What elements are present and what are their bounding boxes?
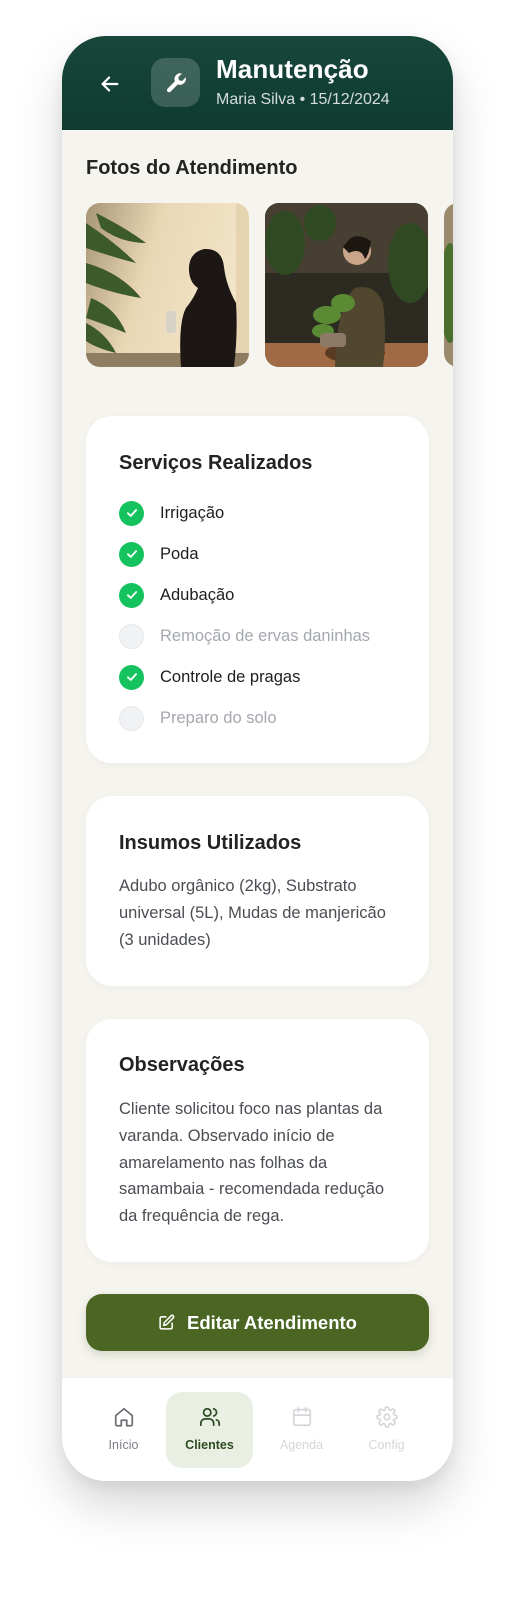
check-circle-icon[interactable]	[119, 582, 144, 608]
service-item-label: Poda	[160, 544, 199, 563]
notes-title: Observações	[119, 1054, 245, 1076]
service-item[interactable]: Irrigação	[119, 500, 224, 526]
nav-item-config[interactable]: Config	[343, 1392, 430, 1468]
service-item-label: Preparo do solo	[160, 708, 277, 727]
check-circle-icon[interactable]	[119, 500, 144, 526]
client-and-date: Maria Silva • 15/12/2024	[216, 91, 390, 108]
edit-appointment-label: Editar Atendimento	[187, 1311, 357, 1333]
nav-label-config: Config	[368, 1438, 405, 1452]
service-item-label: Irrigação	[160, 503, 225, 522]
supplies-text: Adubo orgânico (2kg), Substrato universa…	[119, 877, 386, 949]
photos-section-title: Fotos do Atendimento	[86, 157, 298, 179]
back-button[interactable]	[92, 66, 128, 102]
service-item[interactable]: Adubação	[119, 582, 234, 608]
service-item[interactable]: Preparo do solo	[119, 705, 277, 731]
supplies-title: Insumos Utilizados	[119, 832, 302, 854]
nav-item-agenda[interactable]: Agenda	[258, 1392, 345, 1468]
nav-item-inicio[interactable]: Início	[80, 1392, 167, 1468]
check-circle-icon[interactable]	[119, 541, 144, 567]
empty-circle-icon[interactable]	[119, 705, 144, 731]
edit-appointment-button[interactable]: Editar Atendimento	[86, 1294, 429, 1351]
service-item[interactable]: Controle de pragas	[119, 664, 300, 690]
bottom-navigation: Início Clientes Agenda Config	[62, 1377, 453, 1481]
page-title: Manutenção	[216, 54, 369, 84]
edit-icon	[159, 1314, 175, 1330]
services-title: Serviços Realizados	[119, 452, 313, 474]
service-type-badge	[151, 58, 200, 107]
nav-label-inicio: Início	[108, 1438, 139, 1452]
calendar-icon	[292, 1406, 311, 1427]
gear-icon	[375, 1406, 398, 1428]
services-card: Serviços Realizados Irrigação Poda Adubaçã…	[86, 416, 429, 763]
nav-label-agenda: Agenda	[279, 1438, 324, 1452]
phone-screen: Manutenção Maria Silva • 15/12/2024 Foto…	[62, 36, 453, 1481]
service-item[interactable]: Poda	[119, 541, 199, 567]
empty-circle-icon[interactable]	[119, 623, 144, 649]
arrow-left-icon	[101, 76, 119, 92]
photo-woman-spraying-plants[interactable]	[86, 203, 249, 367]
app-header: Manutenção Maria Silva • 15/12/2024	[62, 36, 453, 130]
check-circle-icon[interactable]	[119, 664, 144, 690]
nav-label-clientes: Clientes	[185, 1438, 234, 1452]
photo-plants-partial[interactable]	[444, 203, 453, 367]
service-item-label: Remoção de ervas daninhas	[160, 626, 371, 645]
service-item-label: Controle de pragas	[160, 667, 301, 686]
wrench-icon	[166, 72, 186, 92]
home-icon	[114, 1407, 133, 1427]
notes-text: Cliente solicitou foco nas plantas da va…	[119, 1100, 385, 1226]
photo-carousel[interactable]	[86, 203, 453, 367]
service-item-label: Adubação	[160, 585, 235, 604]
service-item[interactable]: Remoção de ervas daninhas	[119, 623, 370, 649]
supplies-card: Insumos Utilizados Adubo orgânico (2kg),…	[86, 796, 429, 986]
notes-card: Observações Cliente solicitou foco nas p…	[86, 1019, 429, 1262]
users-icon	[199, 1407, 220, 1427]
photo-woman-repotting-plant[interactable]	[265, 203, 428, 367]
nav-item-clientes[interactable]: Clientes	[166, 1392, 253, 1468]
